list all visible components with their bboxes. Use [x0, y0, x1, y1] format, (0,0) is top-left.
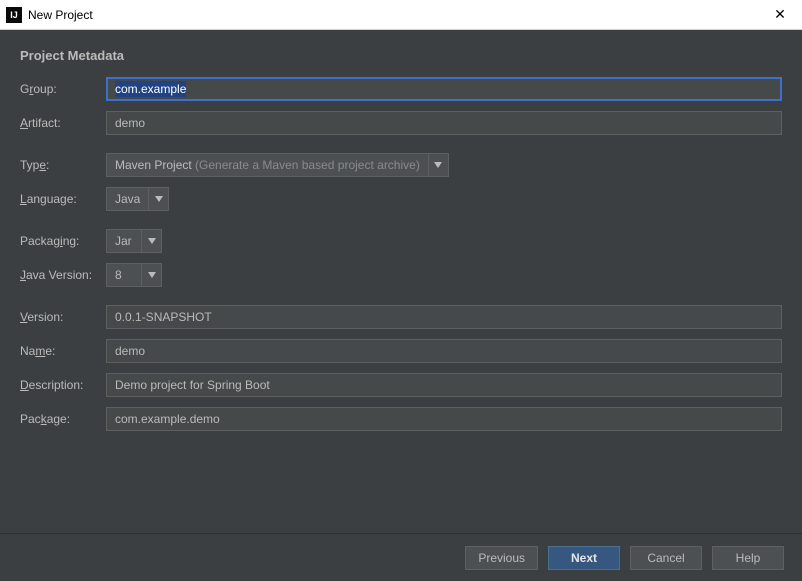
row-language: Language: Java	[20, 187, 782, 211]
chevron-down-icon	[148, 188, 168, 210]
label-group: Group:	[20, 82, 106, 96]
label-description: Description:	[20, 378, 106, 392]
row-package: Package: com.example.demo	[20, 407, 782, 431]
java-version-select[interactable]: 8	[106, 263, 162, 287]
label-java-version: Java Version:	[20, 268, 106, 282]
name-input[interactable]: demo	[106, 339, 782, 363]
footer: Previous Next Cancel Help	[0, 533, 802, 581]
package-input[interactable]: com.example.demo	[106, 407, 782, 431]
row-name: Name: demo	[20, 339, 782, 363]
row-description: Description: Demo project for Spring Boo…	[20, 373, 782, 397]
row-java-version: Java Version: 8	[20, 263, 782, 287]
close-button[interactable]: ✕	[764, 0, 796, 30]
row-version: Version: 0.0.1-SNAPSHOT	[20, 305, 782, 329]
description-input[interactable]: Demo project for Spring Boot	[106, 373, 782, 397]
version-input[interactable]: 0.0.1-SNAPSHOT	[106, 305, 782, 329]
cancel-button[interactable]: Cancel	[630, 546, 702, 570]
label-artifact: Artifact:	[20, 116, 106, 130]
chevron-down-icon	[141, 264, 161, 286]
label-language: Language:	[20, 192, 106, 206]
language-select[interactable]: Java	[106, 187, 169, 211]
label-type: Type:	[20, 158, 106, 172]
dialog-body: Project Metadata Group: com.example Arti…	[0, 30, 802, 533]
label-version: Version:	[20, 310, 106, 324]
window-title: New Project	[28, 8, 764, 22]
titlebar: IJ New Project ✕	[0, 0, 802, 30]
row-artifact: Artifact: demo	[20, 111, 782, 135]
row-group: Group: com.example	[20, 77, 782, 101]
label-packaging: Packaging:	[20, 234, 106, 248]
next-button[interactable]: Next	[548, 546, 620, 570]
chevron-down-icon	[141, 230, 161, 252]
help-button[interactable]: Help	[712, 546, 784, 570]
row-type: Type: Maven Project (Generate a Maven ba…	[20, 153, 782, 177]
row-packaging: Packaging: Jar	[20, 229, 782, 253]
previous-button[interactable]: Previous	[465, 546, 538, 570]
section-title: Project Metadata	[20, 48, 782, 63]
close-icon: ✕	[774, 6, 786, 23]
group-input[interactable]: com.example	[106, 77, 782, 101]
type-select[interactable]: Maven Project (Generate a Maven based pr…	[106, 153, 449, 177]
label-package: Package:	[20, 412, 106, 426]
artifact-input[interactable]: demo	[106, 111, 782, 135]
label-name: Name:	[20, 344, 106, 358]
packaging-select[interactable]: Jar	[106, 229, 162, 253]
chevron-down-icon	[428, 154, 448, 176]
app-icon: IJ	[6, 7, 22, 23]
